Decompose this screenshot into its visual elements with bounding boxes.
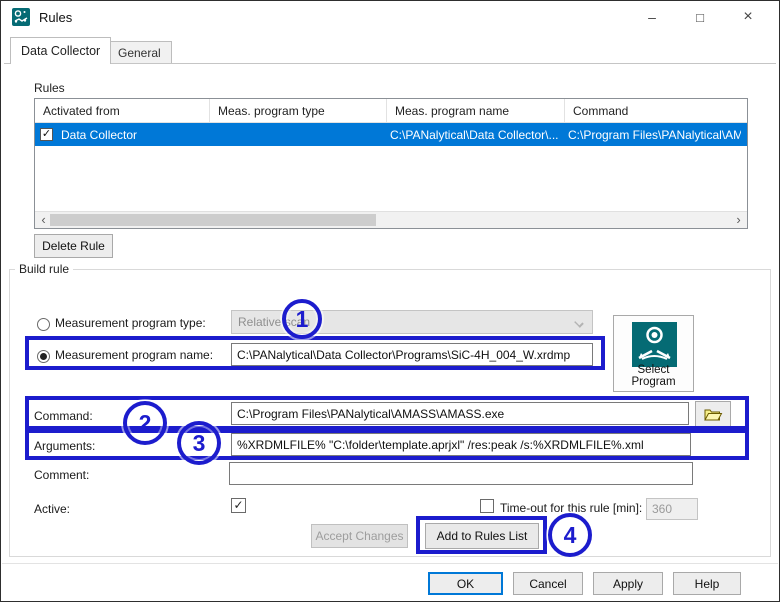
command-label: Command:: [34, 409, 93, 423]
folder-open-icon: [703, 406, 723, 422]
build-rule-label: Build rule: [15, 262, 73, 276]
column-header-meas-program-type[interactable]: Meas. program type: [210, 99, 387, 122]
add-to-rules-list-button[interactable]: Add to Rules List: [425, 523, 539, 549]
program-name-radio[interactable]: [37, 350, 50, 363]
tab-data-collector[interactable]: Data Collector: [10, 37, 111, 64]
app-logo-icon: [12, 8, 30, 26]
chevron-down-icon: [574, 318, 584, 328]
timeout-input[interactable]: [646, 498, 698, 520]
tab-strip: Data Collector General: [1, 37, 779, 64]
footer-divider: [2, 563, 778, 564]
arguments-input[interactable]: [231, 433, 691, 456]
rules-table: Activated from Meas. program type Meas. …: [34, 98, 748, 229]
select-program-button[interactable]: Select Program: [613, 315, 694, 392]
program-type-dropdown[interactable]: Relative scan: [231, 310, 593, 334]
tab-general[interactable]: General: [107, 41, 172, 64]
scroll-right-icon[interactable]: ›: [730, 212, 747, 228]
titlebar: Rules – □ ×: [1, 1, 779, 33]
cancel-button[interactable]: Cancel: [513, 572, 583, 595]
diffractometer-icon: [632, 322, 677, 367]
help-button[interactable]: Help: [673, 572, 741, 595]
apply-button[interactable]: Apply: [593, 572, 663, 595]
browse-command-button[interactable]: [695, 401, 731, 427]
accept-changes-button[interactable]: Accept Changes: [311, 524, 408, 548]
table-row[interactable]: ✓ Data Collector C:\PANalytical\Data Col…: [35, 123, 747, 146]
horizontal-scrollbar[interactable]: ‹ ›: [35, 211, 747, 228]
rules-table-header: Activated from Meas. program type Meas. …: [35, 99, 747, 123]
cell-meas-program-name: C:\PANalytical\Data Collector\...: [382, 128, 560, 142]
column-header-meas-program-name[interactable]: Meas. program name: [387, 99, 565, 122]
window-title: Rules: [39, 10, 72, 25]
comment-input[interactable]: [229, 462, 693, 485]
cell-activated-from: Data Collector: [53, 128, 205, 142]
program-name-input[interactable]: [231, 343, 593, 366]
ok-button[interactable]: OK: [428, 572, 503, 595]
timeout-label: Time-out for this rule [min]:: [500, 501, 642, 515]
command-input[interactable]: [231, 402, 689, 425]
active-label: Active:: [34, 502, 70, 516]
rules-group-label: Rules: [34, 81, 65, 95]
column-header-activated-from[interactable]: Activated from: [35, 99, 210, 122]
close-icon[interactable]: ×: [725, 1, 771, 33]
row-checkbox[interactable]: ✓: [40, 128, 53, 141]
delete-rule-button[interactable]: Delete Rule: [34, 234, 113, 258]
active-checkbox[interactable]: ✓: [231, 498, 246, 513]
program-type-value: Relative scan: [238, 315, 310, 329]
program-name-label: Measurement program name:: [55, 348, 213, 362]
program-type-label: Measurement program type:: [55, 316, 206, 330]
arguments-label: Arguments:: [34, 439, 95, 453]
cell-command: C:\Program Files\PANalytical\AMASS: [560, 128, 741, 142]
maximize-button[interactable]: □: [677, 1, 723, 33]
timeout-checkbox[interactable]: [480, 499, 494, 513]
minimize-button[interactable]: –: [629, 1, 675, 33]
select-program-label: Select Program: [614, 364, 693, 388]
scrollbar-thumb[interactable]: [50, 214, 376, 226]
program-type-radio[interactable]: [37, 318, 50, 331]
column-header-command[interactable]: Command: [565, 99, 747, 122]
comment-label: Comment:: [34, 468, 89, 482]
rules-dialog: Rules – □ × Data Collector General Rules…: [0, 0, 780, 602]
